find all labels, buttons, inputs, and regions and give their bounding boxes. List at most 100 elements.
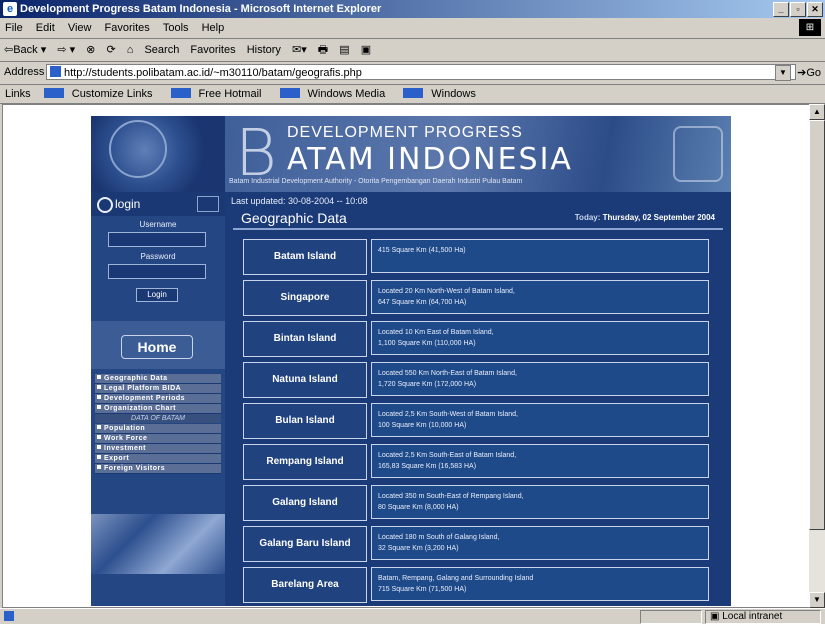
link-windows-media[interactable]: Windows Media [275,85,396,103]
nav-label: Foreign Visitors [104,465,166,472]
address-dropdown-icon[interactable]: ▼ [775,65,791,81]
link-label: Windows Media [307,88,386,100]
desc-line1: Located 2,5 Km South-West of Batam Islan… [378,411,518,418]
minimize-button[interactable]: _ [773,2,789,17]
home-button[interactable]: Home [121,335,193,359]
main-content: Last updated: 30-08-2004 -- 10:08 Geogra… [225,192,731,606]
desc-line2: 100 Square Km (10,000 HA) [378,422,467,429]
bullet-icon [97,385,101,389]
table-row: Galang Island Located 350 m South-East of… [243,485,715,521]
last-updated: Last updated: 30-08-2004 -- 10:08 [231,196,368,206]
search-button[interactable]: Search [140,39,183,61]
go-button[interactable]: ➔Go [797,66,821,79]
edit-button[interactable]: ▤ [335,39,353,61]
password-label: Password [140,252,176,261]
page-icon [170,88,191,98]
nav-foreign-visitors[interactable]: Foreign Visitors [95,464,221,474]
address-input[interactable]: http://students.polibatam.ac.id/~m30110/… [46,64,796,80]
nav-label: Development Periods [104,395,186,402]
mail-button[interactable]: ✉▾ [288,39,311,61]
page-title: Geographic Data [241,210,347,226]
maximize-button[interactable]: ▫ [790,2,806,17]
menu-file[interactable]: File [0,18,28,38]
banner-line1: DEVELOPMENT PROGRESS [287,124,523,141]
refresh-button[interactable]: ⟳ [102,39,119,61]
bullet-icon [97,375,101,379]
nav-development-periods[interactable]: Development Periods [95,394,221,404]
nav-geographic-data[interactable]: Geographic Data [95,374,221,384]
nav-investment[interactable]: Investment [95,444,221,454]
page-icon [50,66,61,77]
close-button[interactable]: ✕ [807,2,823,17]
island-name: Galang Baru Island [243,526,367,562]
table-row: Batam Island 415 Square Km (41,500 Ha) [243,239,715,275]
bullet-icon [97,465,101,469]
go-label: Go [806,67,821,79]
island-desc: Located 2,5 Km South-West of Batam Islan… [371,403,709,437]
nav-organization-chart[interactable]: Organization Chart [95,404,221,414]
bullet-icon [97,445,101,449]
island-desc: Batam, Rempang, Galang and Surrounding I… [371,567,709,601]
menu-edit[interactable]: Edit [31,18,60,38]
island-desc: 415 Square Km (41,500 Ha) [371,239,709,273]
island-name: Barelang Area [243,567,367,603]
table-row: Natuna Island Located 550 Km North-East o… [243,362,715,398]
links-label[interactable]: Links [0,85,36,103]
today-value: Thursday, 02 September 2004 [602,213,715,222]
bullet-icon [97,405,101,409]
island-name: Bulan Island [243,403,367,439]
discuss-button[interactable]: ▣ [357,39,375,61]
print-button[interactable]: 🖶 [314,39,332,61]
link-customize[interactable]: Customize Links [39,85,163,103]
home-box: Home [91,321,225,369]
desc-line2: 715 Square Km (71,500 HA) [378,586,467,593]
desc-line1: Located 550 Km North-East of Batam Islan… [378,370,517,377]
desc-line1: Located 350 m South-East of Rempang Isla… [378,493,524,500]
link-windows[interactable]: Windows [398,85,486,103]
vertical-scrollbar[interactable]: ▲ ▼ [809,104,825,608]
go-arrow-icon: ➔ [797,67,807,79]
scroll-down-icon[interactable]: ▼ [809,592,825,608]
window-title: Development Progress Batam Indonesia - M… [20,3,382,15]
favorites-button[interactable]: Favorites [186,39,239,61]
window-controls: _ ▫ ✕ [773,2,823,17]
nav-population[interactable]: Population [95,424,221,434]
menu-favorites[interactable]: Favorites [100,18,155,38]
desc-line2: 165,83 Square Km (16,583 HA) [378,463,477,470]
link-label: Windows [431,88,476,100]
scroll-thumb[interactable] [809,120,825,530]
forward-button[interactable]: ⇨ ▾ [53,39,79,61]
link-hotmail[interactable]: Free Hotmail [166,85,272,103]
username-field[interactable] [108,232,206,247]
nav-export[interactable]: Export [95,454,221,464]
nav-legal-platform[interactable]: Legal Platform BIDA [95,384,221,394]
bullet-icon [97,435,101,439]
desc-line1: Located 20 Km North-West of Batam Island… [378,288,515,295]
home-button[interactable]: ⌂ [123,39,138,61]
island-desc: Located 180 m South of Galang Island, 32 … [371,526,709,560]
island-name: Natuna Island [243,362,367,398]
back-button[interactable]: ⇦Back ▾ [0,39,50,61]
scroll-up-icon[interactable]: ▲ [809,104,825,120]
menu-help[interactable]: Help [197,18,230,38]
menu-view[interactable]: View [63,18,97,38]
nav-work-force[interactable]: Work Force [95,434,221,444]
status-panes [640,610,702,624]
security-zone: ▣ Local intranet [705,610,821,624]
desc-line2: 80 Square Km (8,000 HA) [378,504,459,511]
site-banner: B DEVELOPMENT PROGRESS ATAM INDONESIA Ba… [225,116,731,192]
menu-tools[interactable]: Tools [158,18,194,38]
window-deco-icon [197,196,219,212]
windows-flag-icon: ⊞ [799,19,821,36]
stop-button[interactable]: ⊗ [82,39,99,61]
banner-b: B [235,117,277,191]
banner-tagline: Batam Industrial Development Authority -… [229,178,523,185]
history-button[interactable]: History [243,39,285,61]
island-name: Galang Island [243,485,367,521]
password-field[interactable] [108,264,206,279]
ie-logo-icon: e [3,2,17,16]
decorative-picture [91,514,225,574]
nav-label: Population [104,425,146,432]
login-header: login [91,192,225,216]
login-button[interactable]: Login [136,288,178,302]
